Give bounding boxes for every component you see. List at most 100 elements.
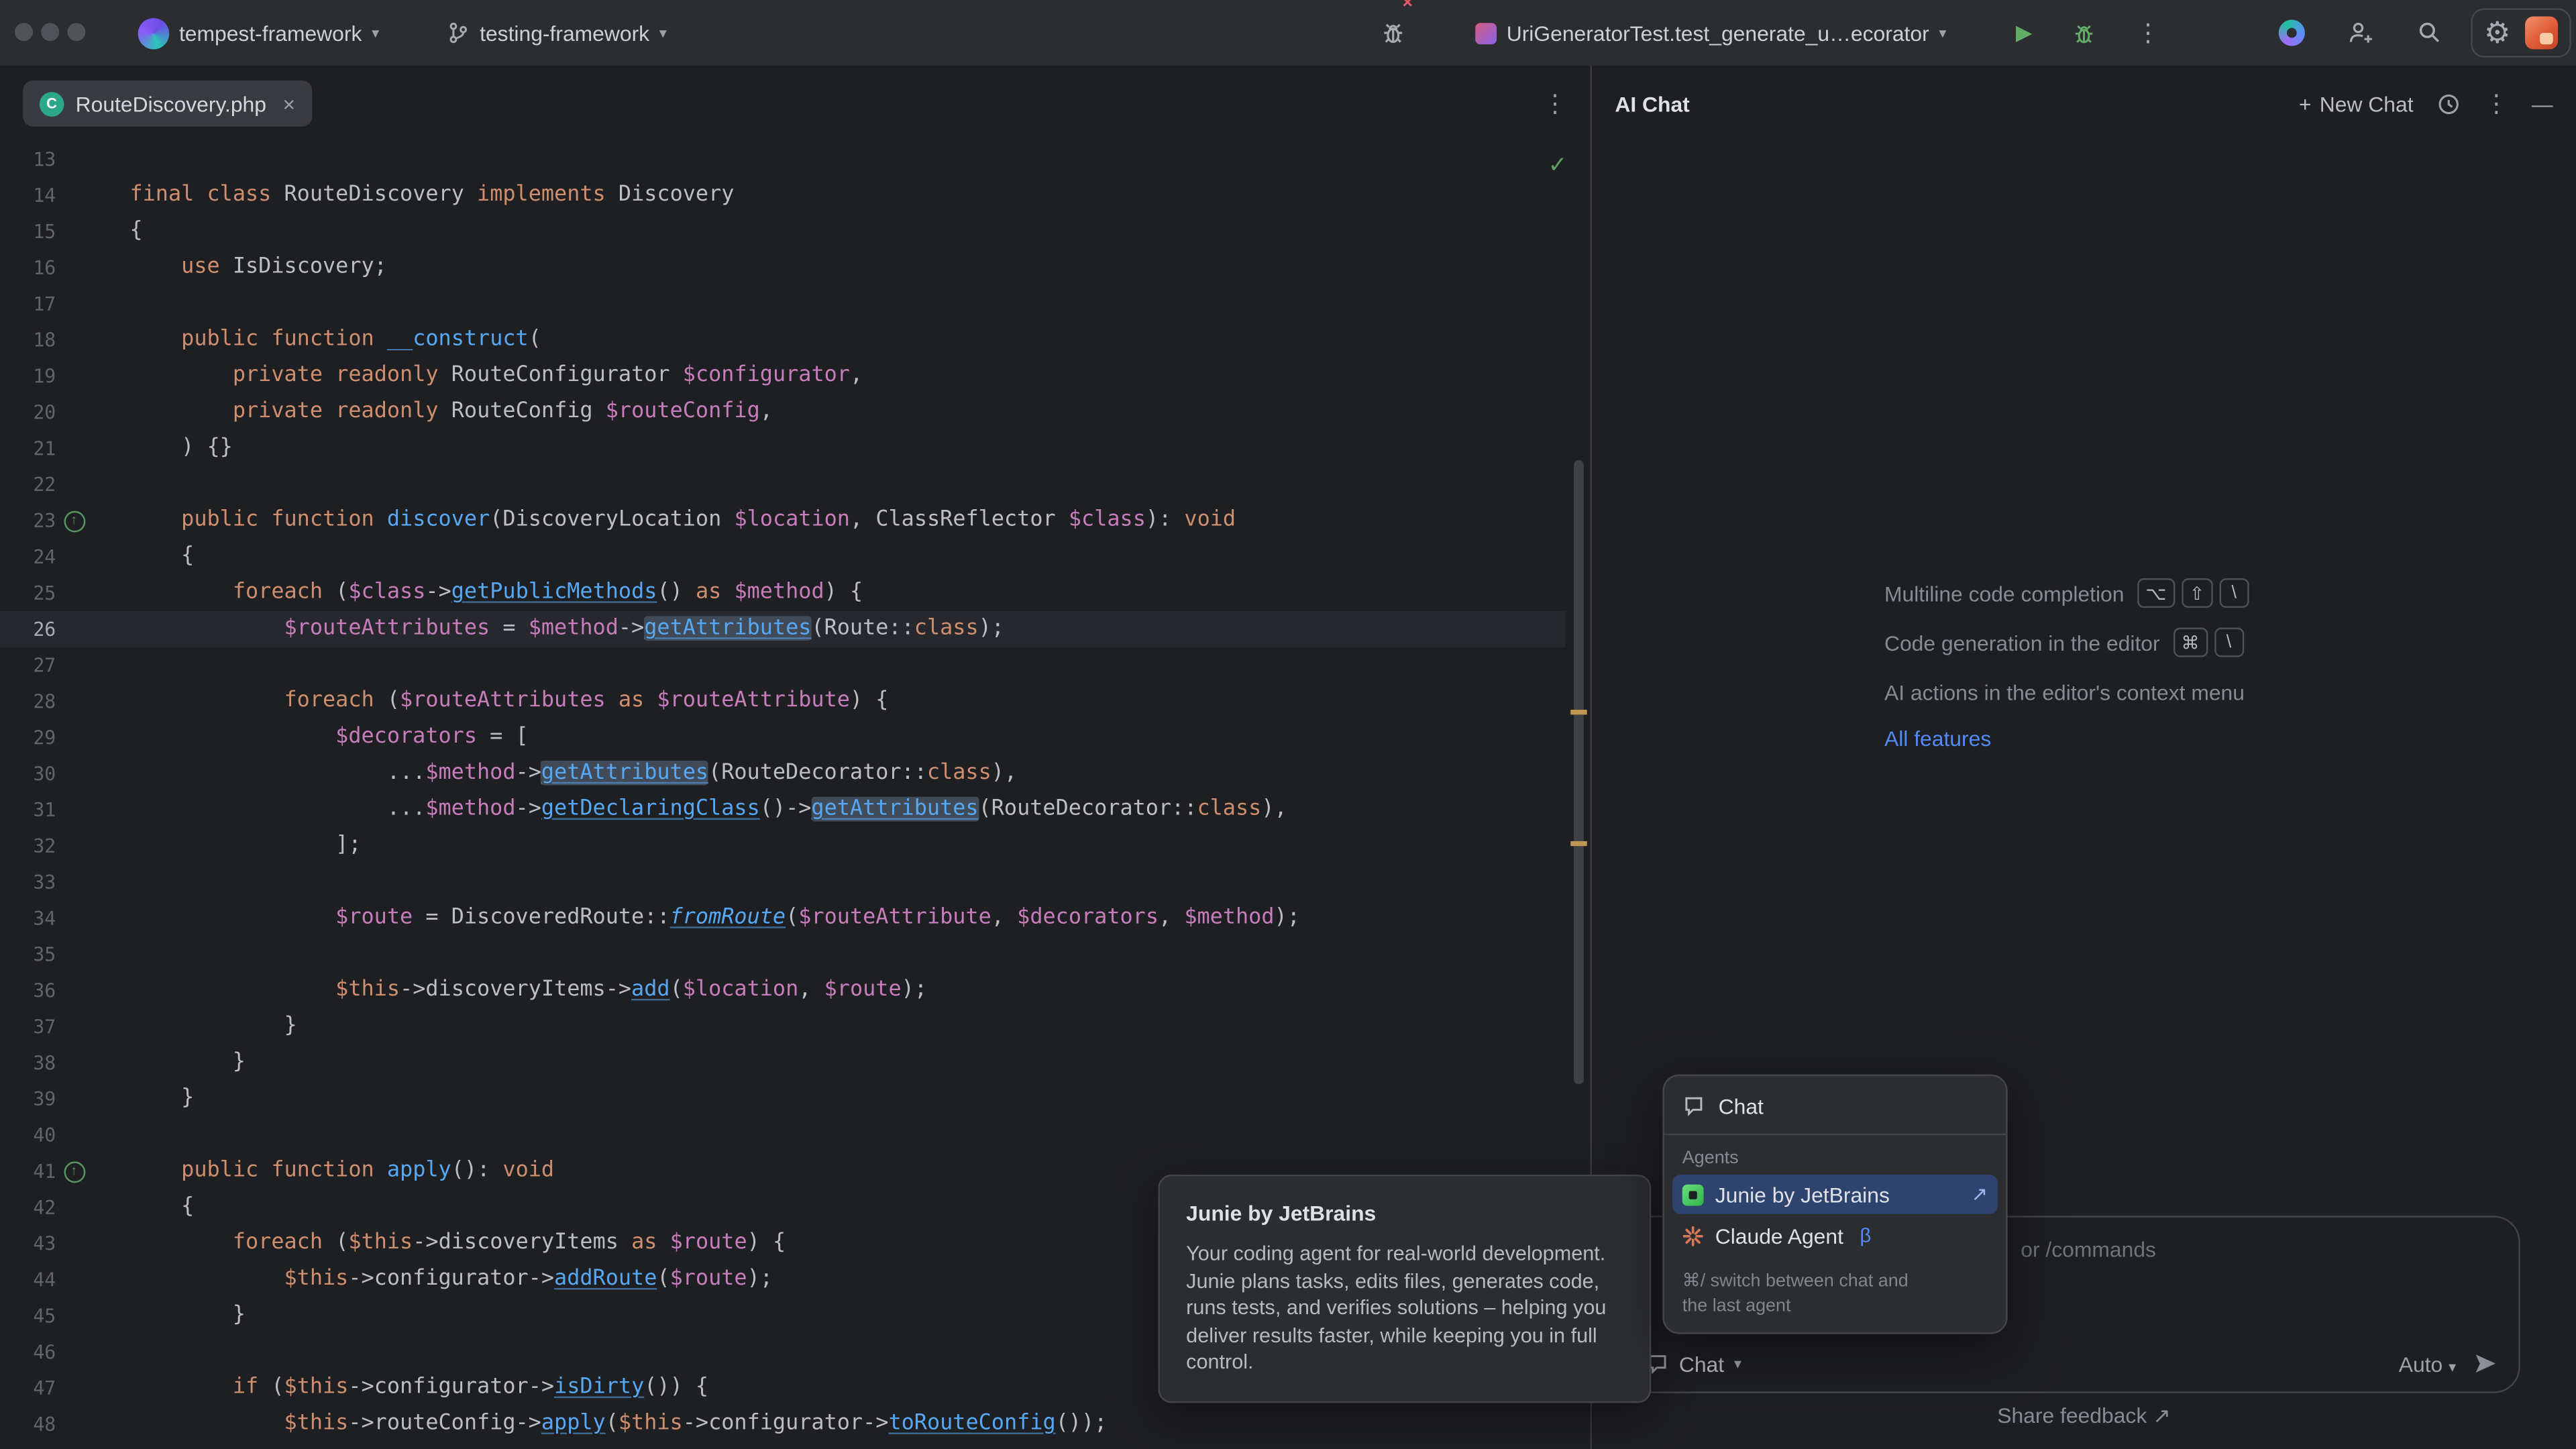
code-text: $this->configurator->addRoute($route); xyxy=(92,1262,773,1298)
git-branch-icon xyxy=(447,21,470,44)
code-line[interactable]: 48 $this->routeConfig->apply($this->conf… xyxy=(0,1406,1566,1442)
code-text: $routeAttributes = $method->getAttribute… xyxy=(92,611,1004,647)
run-config-icon xyxy=(1475,22,1497,44)
editor-tab-bar: C RouteDiscovery.php × ⋮ xyxy=(0,66,1591,142)
vcs-branch-widget[interactable]: testing-framework ▾ xyxy=(447,0,667,66)
code-line[interactable]: 29 $decorators = [ xyxy=(0,720,1566,756)
code-line[interactable]: 19 private readonly RouteConfigurator $c… xyxy=(0,358,1566,394)
run-button[interactable]: ▶ xyxy=(2016,0,2032,66)
line-number: 40 xyxy=(0,1117,56,1153)
search-everywhere-button[interactable] xyxy=(2416,0,2443,66)
chat-mode-picker[interactable]: Chat ▾ xyxy=(1646,1351,1741,1376)
chat-history-icon[interactable] xyxy=(2436,91,2461,116)
code-line[interactable]: 40 xyxy=(0,1117,1566,1153)
editor-tab[interactable]: C RouteDiscovery.php × xyxy=(23,80,311,127)
share-feedback-link[interactable]: Share feedback ↗ xyxy=(1592,1403,2576,1429)
junie-icon xyxy=(1682,1183,1704,1205)
chat-input-placeholder: or /commands xyxy=(2021,1237,2156,1262)
code-line[interactable]: 26 $routeAttributes = $method->getAttrib… xyxy=(0,611,1566,647)
ai-features-list: Multiline code completion ⌥ ⇧ \ Code gen… xyxy=(1884,578,2249,755)
code-line[interactable]: 39 } xyxy=(0,1081,1566,1117)
junie-tooltip: Junie by JetBrains Your coding agent for… xyxy=(1159,1175,1652,1402)
code-line[interactable]: 15{ xyxy=(0,213,1566,250)
profile-avatar[interactable] xyxy=(2525,16,2558,49)
model-picker[interactable]: Auto ▾ xyxy=(2399,1351,2456,1376)
implemented-method-icon[interactable]: ↑ xyxy=(63,1161,85,1182)
code-line[interactable]: 25 foreach ($class->getPublicMethods() a… xyxy=(0,575,1566,611)
code-with-me-button[interactable] xyxy=(2348,0,2374,66)
code-line[interactable]: 37 } xyxy=(0,1009,1566,1045)
hide-panel-button[interactable]: — xyxy=(2532,91,2553,116)
tooltip-body: Your coding agent for real-world develop… xyxy=(1186,1240,1623,1376)
branch-name: testing-framework xyxy=(480,21,649,46)
feature-label: AI actions in the editor's context menu xyxy=(1884,680,2245,704)
chevron-down-icon: ▾ xyxy=(372,24,379,42)
all-features-link[interactable]: All features xyxy=(1884,726,1991,755)
menu-item-chat[interactable]: Chat xyxy=(1664,1084,2006,1127)
code-line[interactable]: 30 ...$method->getAttributes(RouteDecora… xyxy=(0,756,1566,792)
line-number: 15 xyxy=(0,213,56,250)
code-line[interactable]: 13 xyxy=(0,142,1566,178)
debug-button[interactable] xyxy=(2072,0,2096,66)
feature-label: Multiline code completion xyxy=(1884,581,2124,606)
code-line[interactable]: 33 xyxy=(0,864,1566,900)
code-text: foreach ($this->discoveryItems as $route… xyxy=(92,1226,786,1262)
keycap: \ xyxy=(2219,578,2249,608)
run-configuration-widget[interactable]: UriGeneratorTest.test_generate_u…ecorato… xyxy=(1475,0,1946,66)
line-number: 27 xyxy=(0,647,56,684)
code-line[interactable]: 16 use IsDiscovery; xyxy=(0,250,1566,286)
chat-options-kebab[interactable]: ⋮ xyxy=(2484,89,2509,118)
code-line[interactable]: 24 { xyxy=(0,539,1566,575)
code-line[interactable]: 21 ) {} xyxy=(0,431,1566,467)
code-line[interactable]: 35 xyxy=(0,936,1566,973)
code-line[interactable]: 23↑ public function discover(DiscoveryLo… xyxy=(0,502,1566,539)
window-traffic-lights[interactable] xyxy=(15,23,85,41)
project-widget[interactable]: tempest-framework ▾ xyxy=(138,0,379,66)
code-line[interactable]: 36 $this->discoveryItems->add($location,… xyxy=(0,973,1566,1009)
run-more-actions-button[interactable]: ⋮ xyxy=(2136,0,2161,66)
line-number: 37 xyxy=(0,1009,56,1045)
ide-window: tempest-framework ▾ testing-framework ▾ … xyxy=(0,0,2576,1449)
code-text: ...$method->getDeclaringClass()->getAttr… xyxy=(92,792,1287,828)
code-text: ]; xyxy=(92,828,361,864)
add-user-icon xyxy=(2348,19,2374,46)
line-number: 39 xyxy=(0,1081,56,1117)
line-number: 18 xyxy=(0,322,56,358)
code-line[interactable]: 38 } xyxy=(0,1045,1566,1081)
code-text: use IsDiscovery; xyxy=(92,250,387,286)
new-chat-button[interactable]: + New Chat xyxy=(2299,91,2414,116)
debugger-status-button[interactable]: × xyxy=(1380,0,1406,66)
occurrence-marker[interactable] xyxy=(1570,841,1587,846)
minimize-window-button[interactable] xyxy=(41,23,59,41)
line-number: 17 xyxy=(0,286,56,322)
scrollbar-thumb[interactable] xyxy=(1574,460,1584,1085)
code-line[interactable]: 34 $route = DiscoveredRoute::fromRoute($… xyxy=(0,900,1566,936)
chat-input-controls: Chat ▾ Auto ▾ xyxy=(1646,1350,2499,1377)
settings-gear-icon[interactable]: ⚙ xyxy=(2484,18,2511,48)
code-line[interactable]: 28 foreach ($routeAttributes as $routeAt… xyxy=(0,684,1566,720)
menu-item-junie[interactable]: Junie by JetBrains ↗ xyxy=(1672,1175,1998,1214)
zoom-window-button[interactable] xyxy=(67,23,85,41)
code-line[interactable]: 14final class RouteDiscovery implements … xyxy=(0,177,1566,213)
line-number: 42 xyxy=(0,1189,56,1226)
shortcut-keys: ⌥ ⇧ \ xyxy=(2137,578,2249,608)
implemented-method-icon[interactable]: ↑ xyxy=(63,510,85,531)
code-line[interactable]: 32 ]; xyxy=(0,828,1566,864)
code-line[interactable]: 31 ...$method->getDeclaringClass()->getA… xyxy=(0,792,1566,828)
shortcut-keys: ⌘ \ xyxy=(2173,628,2243,657)
code-line[interactable]: 18 public function __construct( xyxy=(0,322,1566,358)
menu-item-claude[interactable]: Claude Agent β xyxy=(1672,1216,1998,1255)
code-line[interactable]: 17 xyxy=(0,286,1566,322)
editor-options-kebab[interactable]: ⋮ xyxy=(1543,89,1568,118)
line-number: 26 xyxy=(0,611,56,647)
code-line[interactable]: 22 xyxy=(0,467,1566,503)
code-text: } xyxy=(92,1045,246,1081)
code-line[interactable]: 20 private readonly RouteConfig $routeCo… xyxy=(0,394,1566,431)
code-line[interactable]: 27 xyxy=(0,647,1566,684)
occurrence-marker[interactable] xyxy=(1570,710,1587,714)
ai-assistant-button[interactable] xyxy=(2279,0,2305,66)
send-icon[interactable] xyxy=(2473,1350,2499,1377)
close-window-button[interactable] xyxy=(15,23,33,41)
tab-close-icon[interactable]: × xyxy=(282,91,295,116)
settings-profile-group: ⚙ xyxy=(2471,8,2571,57)
